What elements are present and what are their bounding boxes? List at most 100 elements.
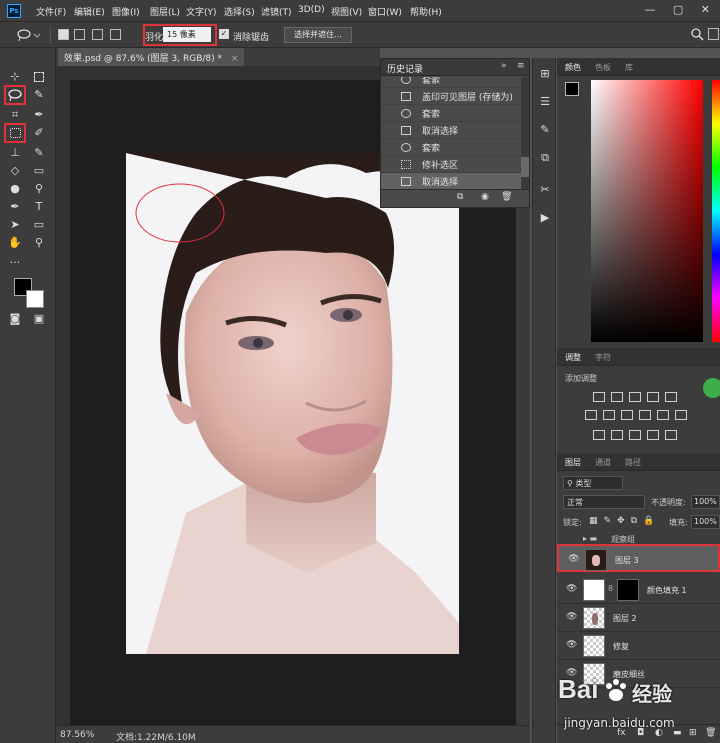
tab-swatches[interactable]: 色板 (595, 62, 611, 73)
layer-filter-select[interactable]: ⚲ 类型 (563, 476, 623, 490)
exposure-adjust-icon[interactable] (647, 392, 659, 402)
actions-play-icon[interactable]: ▶ (537, 210, 553, 226)
shape-tool-icon[interactable]: ▭ (30, 216, 48, 234)
lasso-preset-icon[interactable] (16, 28, 42, 42)
blend-mode-select[interactable]: 正常 (563, 495, 645, 509)
tab-libraries[interactable]: 库 (625, 62, 633, 73)
menu-image[interactable]: 图像(I) (112, 5, 140, 18)
tab-layers[interactable]: 图层 (565, 457, 581, 468)
brightness-adjust-icon[interactable] (593, 392, 605, 402)
menu-file[interactable]: 文件(F) (36, 5, 66, 18)
posterize-adjust-icon[interactable] (611, 430, 623, 440)
color-balance-adjust-icon[interactable] (603, 410, 615, 420)
history-item[interactable]: 取消选择 (381, 122, 521, 139)
select-and-mask-button[interactable]: 选择并遮住... (284, 27, 352, 43)
marquee-tool-icon[interactable] (30, 68, 48, 86)
dodge-tool-icon[interactable]: ⚲ (30, 180, 48, 198)
menu-window[interactable]: 窗口(W) (368, 5, 402, 18)
close-window-button[interactable]: ✕ (701, 3, 710, 16)
tab-adjustments[interactable]: 调整 (565, 352, 581, 363)
add-selection-icon[interactable] (74, 29, 85, 40)
tab-paths[interactable]: 路径 (625, 457, 641, 468)
brush-panel-icon[interactable]: ✎ (537, 122, 553, 138)
clone-source-icon[interactable]: ⧉ (537, 150, 553, 166)
history-item[interactable]: 套索 (381, 105, 521, 122)
gradient-tool-icon[interactable]: ▭ (30, 162, 48, 180)
snapshot-icon[interactable]: ◉ (481, 192, 489, 202)
menu-help[interactable]: 帮助(H) (410, 5, 442, 18)
photo-filter-adjust-icon[interactable] (639, 410, 651, 420)
selective-color-adjust-icon[interactable] (665, 430, 677, 440)
crop-tool-icon[interactable]: ⌗ (6, 106, 24, 124)
menu-3d[interactable]: 3D(D) (298, 5, 325, 15)
color-picker-field[interactable] (591, 80, 703, 342)
layer-row[interactable]: 👁 修复 (557, 632, 720, 660)
menu-layer[interactable]: 图层(L) (150, 5, 180, 18)
stamp-tool-icon[interactable]: ⊥ (6, 144, 24, 162)
history-brush-icon[interactable]: ✎ (30, 144, 48, 162)
visibility-eye-icon[interactable]: 👁 (566, 584, 577, 594)
lock-icons[interactable]: ▦✎✥⧉🔒 (589, 516, 660, 526)
eyedropper-tool-icon[interactable]: ✒ (30, 106, 48, 124)
tools-presets-icon[interactable]: ✂ (537, 182, 553, 198)
color-lookup-adjust-icon[interactable] (675, 410, 687, 420)
collapse-icon[interactable]: » (501, 61, 507, 71)
panel-menu-icon[interactable]: ≡ (517, 61, 525, 71)
blur-tool-icon[interactable]: ● (6, 180, 24, 198)
move-tool-icon[interactable]: ⊹ (6, 68, 24, 86)
hue-slider[interactable] (712, 80, 720, 342)
layer-row[interactable]: 👁 图层 2 (557, 604, 720, 632)
vibrance-adjust-icon[interactable] (665, 392, 677, 402)
invert-adjust-icon[interactable] (593, 430, 605, 440)
threshold-adjust-icon[interactable] (629, 430, 641, 440)
workspace-icon[interactable] (708, 28, 719, 40)
restore-button[interactable]: ▢ (673, 3, 683, 16)
antialias-checkbox[interactable]: ✓ (219, 29, 229, 39)
pen-tool-icon[interactable]: ✒ (6, 198, 24, 216)
background-color-swatch[interactable] (26, 290, 44, 308)
layer-row[interactable]: 👁 8 颜色填充 1 (557, 576, 720, 604)
menu-view[interactable]: 视图(V) (331, 5, 362, 18)
hand-tool-icon[interactable]: ✋ (6, 234, 24, 252)
close-document-icon[interactable]: × (231, 54, 239, 64)
history-item[interactable]: 修补选区 (381, 156, 521, 173)
tab-character[interactable]: 字符 (595, 352, 611, 363)
trash-icon[interactable]: 🗑 (501, 192, 512, 202)
fg-color-swatch[interactable] (565, 82, 579, 96)
quick-mask-icon[interactable]: ◙ (6, 310, 24, 328)
levels-adjust-icon[interactable] (611, 392, 623, 402)
history-item[interactable]: 盖印可见图层 (存储为) (381, 88, 521, 105)
fill-input[interactable]: 100% (691, 515, 720, 529)
new-document-from-state-icon[interactable]: ⧉ (457, 192, 463, 202)
opacity-input[interactable]: 100% (691, 495, 720, 509)
portrait-photo[interactable] (126, 153, 459, 654)
properties-panel-icon[interactable]: ☰ (537, 94, 553, 110)
minimize-button[interactable]: — (644, 3, 655, 16)
history-item[interactable]: 套索 (381, 139, 521, 156)
history-item-selected[interactable]: 取消选择 (381, 173, 521, 189)
zoom-tool-icon[interactable]: ⚲ (30, 234, 48, 252)
history-scrollbar[interactable] (521, 77, 529, 189)
screen-mode-icon[interactable]: ▣ (30, 310, 48, 328)
menu-filter[interactable]: 滤镜(T) (261, 5, 292, 18)
channel-mixer-adjust-icon[interactable] (657, 410, 669, 420)
type-tool-icon[interactable]: T (30, 198, 48, 216)
tab-color[interactable]: 颜色 (565, 62, 581, 73)
menu-type[interactable]: 文字(Y) (186, 5, 217, 18)
brush-tool-icon[interactable]: ✐ (30, 124, 48, 142)
subtract-selection-icon[interactable] (92, 29, 103, 40)
eraser-tool-icon[interactable]: ◇ (6, 162, 24, 180)
new-selection-icon[interactable] (58, 29, 69, 40)
menu-edit[interactable]: 编辑(E) (74, 5, 105, 18)
visibility-eye-icon[interactable]: 👁 (566, 640, 577, 650)
visibility-eye-icon[interactable]: 👁 (566, 612, 577, 622)
menu-select[interactable]: 选择(S) (224, 5, 255, 18)
black-white-adjust-icon[interactable] (621, 410, 633, 420)
document-tab[interactable]: 效果.psd @ 87.6% (图层 3, RGB/8) * × (58, 48, 245, 66)
intersect-selection-icon[interactable] (110, 29, 121, 40)
history-item[interactable]: 套索 (381, 77, 521, 88)
quick-select-tool-icon[interactable]: ✎ (30, 86, 48, 104)
path-select-tool-icon[interactable]: ➤ (6, 216, 24, 234)
tab-channels[interactable]: 通道 (595, 457, 611, 468)
hue-saturation-adjust-icon[interactable] (585, 410, 597, 420)
